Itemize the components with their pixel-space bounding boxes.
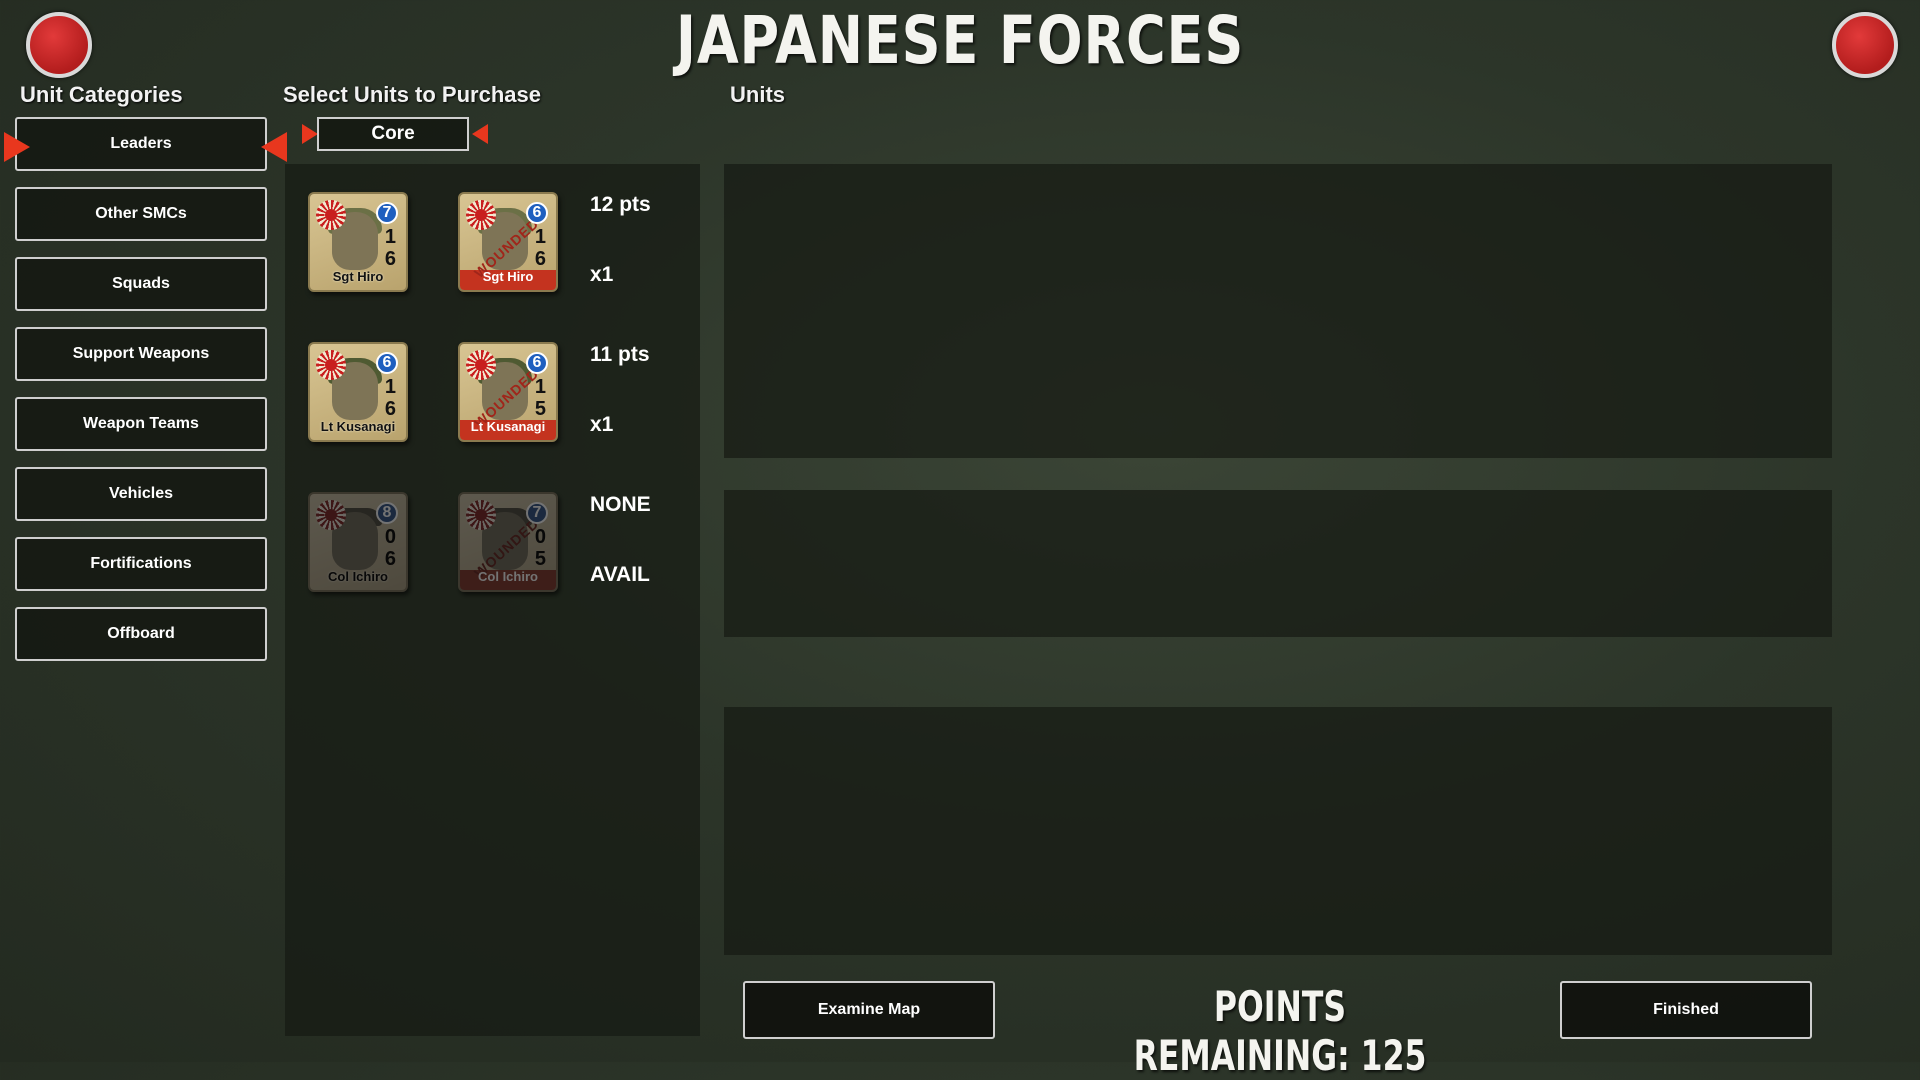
category-label: Fortifications: [90, 555, 192, 572]
examine-map-button[interactable]: Examine Map: [743, 981, 995, 1039]
category-label: Support Weapons: [72, 345, 210, 362]
button-label: Finished: [1653, 1001, 1719, 1018]
finished-button[interactable]: Finished: [1560, 981, 1812, 1039]
units-panel-bottom[interactable]: [724, 707, 1832, 955]
category-label: Offboard: [107, 625, 175, 642]
counter-name: Lt Kusanagi: [320, 419, 396, 434]
modifier-stat: 1: [534, 226, 546, 248]
rising-sun-icon: [466, 500, 496, 530]
category-fortifications-button[interactable]: Fortifications: [15, 537, 267, 591]
modifier-stat: 1: [384, 376, 396, 398]
modifier-stat: 1: [534, 376, 546, 398]
counter-name: Sgt Hiro: [332, 269, 384, 284]
unit-counter-col-ichiro-wounded: WOUNDED 7 0 5 Col Ichiro: [458, 492, 558, 592]
unit-cost: 11 pts: [590, 343, 650, 366]
category-label: Squads: [112, 275, 170, 292]
units-panel-middle[interactable]: [724, 490, 1832, 637]
unit-counter-sgt-hiro[interactable]: 7 1 6 Sgt Hiro: [308, 192, 408, 292]
button-label: Examine Map: [817, 1001, 921, 1018]
selected-arrow-right-icon: [4, 132, 30, 162]
modifier-stat: 1: [384, 226, 396, 248]
leadership-stat: 8: [376, 502, 398, 524]
category-weapon-teams-button[interactable]: Weapon Teams: [15, 397, 267, 451]
unit-count: x1: [590, 413, 614, 436]
category-label: Vehicles: [108, 485, 174, 502]
category-label: Leaders: [110, 135, 172, 152]
rising-sun-icon: [466, 200, 496, 230]
select-units-label: Select Units to Purchase: [283, 82, 541, 107]
category-vehicles-button[interactable]: Vehicles: [15, 467, 267, 521]
morale-stat: 5: [534, 548, 546, 570]
unit-cost: 12 pts: [590, 193, 651, 216]
units-panel-top[interactable]: [724, 164, 1832, 458]
core-filter-button[interactable]: Core: [317, 117, 469, 151]
counter-name: Col Ichiro: [478, 569, 538, 584]
category-support-weapons-button[interactable]: Support Weapons: [15, 327, 267, 381]
category-offboard-button[interactable]: Offboard: [15, 607, 267, 661]
close-left-button[interactable]: [26, 12, 92, 78]
counter-name: Lt Kusanagi: [470, 419, 546, 434]
rising-sun-icon: [316, 200, 346, 230]
category-label: Other SMCs: [95, 205, 187, 222]
rising-sun-icon: [466, 350, 496, 380]
morale-stat: 5: [534, 398, 546, 420]
morale-stat: 6: [384, 398, 396, 420]
counter-name: Col Ichiro: [328, 569, 388, 584]
morale-stat: 6: [384, 548, 396, 570]
filter-label: Core: [371, 123, 415, 144]
filter-next-arrow-icon[interactable]: [472, 124, 488, 144]
filter-prev-arrow-icon[interactable]: [302, 124, 318, 144]
unit-counter-lt-kusanagi-wounded[interactable]: WOUNDED 6 1 5 Lt Kusanagi: [458, 342, 558, 442]
unit-counter-sgt-hiro-wounded[interactable]: WOUNDED 6 1 6 Sgt Hiro: [458, 192, 558, 292]
rising-sun-icon: [316, 350, 346, 380]
category-other-smcs-button[interactable]: Other SMCs: [15, 187, 267, 241]
leadership-stat: 6: [526, 202, 548, 224]
unit-cost: NONE: [590, 493, 651, 516]
modifier-stat: 0: [384, 526, 396, 548]
purchase-panel: [285, 164, 700, 1036]
selected-arrow-left-icon: [261, 132, 287, 162]
unit-categories-label: Unit Categories: [20, 82, 183, 107]
modifier-stat: 0: [534, 526, 546, 548]
counter-name: Sgt Hiro: [482, 269, 534, 284]
rising-sun-icon: [316, 500, 346, 530]
category-squads-button[interactable]: Squads: [15, 257, 267, 311]
unit-counter-col-ichiro: 8 0 6 Col Ichiro: [308, 492, 408, 592]
close-right-button[interactable]: [1832, 12, 1898, 78]
unit-count: x1: [590, 263, 614, 286]
leadership-stat: 6: [376, 352, 398, 374]
morale-stat: 6: [384, 248, 396, 270]
leadership-stat: 7: [526, 502, 548, 524]
morale-stat: 6: [534, 248, 546, 270]
page-title: JAPANESE FORCES: [675, 2, 1245, 79]
points-remaining: POINTS REMAINING: 125: [1133, 982, 1427, 1080]
units-label: Units: [730, 82, 785, 107]
leadership-stat: 6: [526, 352, 548, 374]
category-label: Weapon Teams: [83, 415, 199, 432]
leadership-stat: 7: [376, 202, 398, 224]
category-leaders-button[interactable]: Leaders: [15, 117, 267, 171]
unit-counter-lt-kusanagi[interactable]: 6 1 6 Lt Kusanagi: [308, 342, 408, 442]
unit-count: AVAIL: [590, 563, 650, 586]
